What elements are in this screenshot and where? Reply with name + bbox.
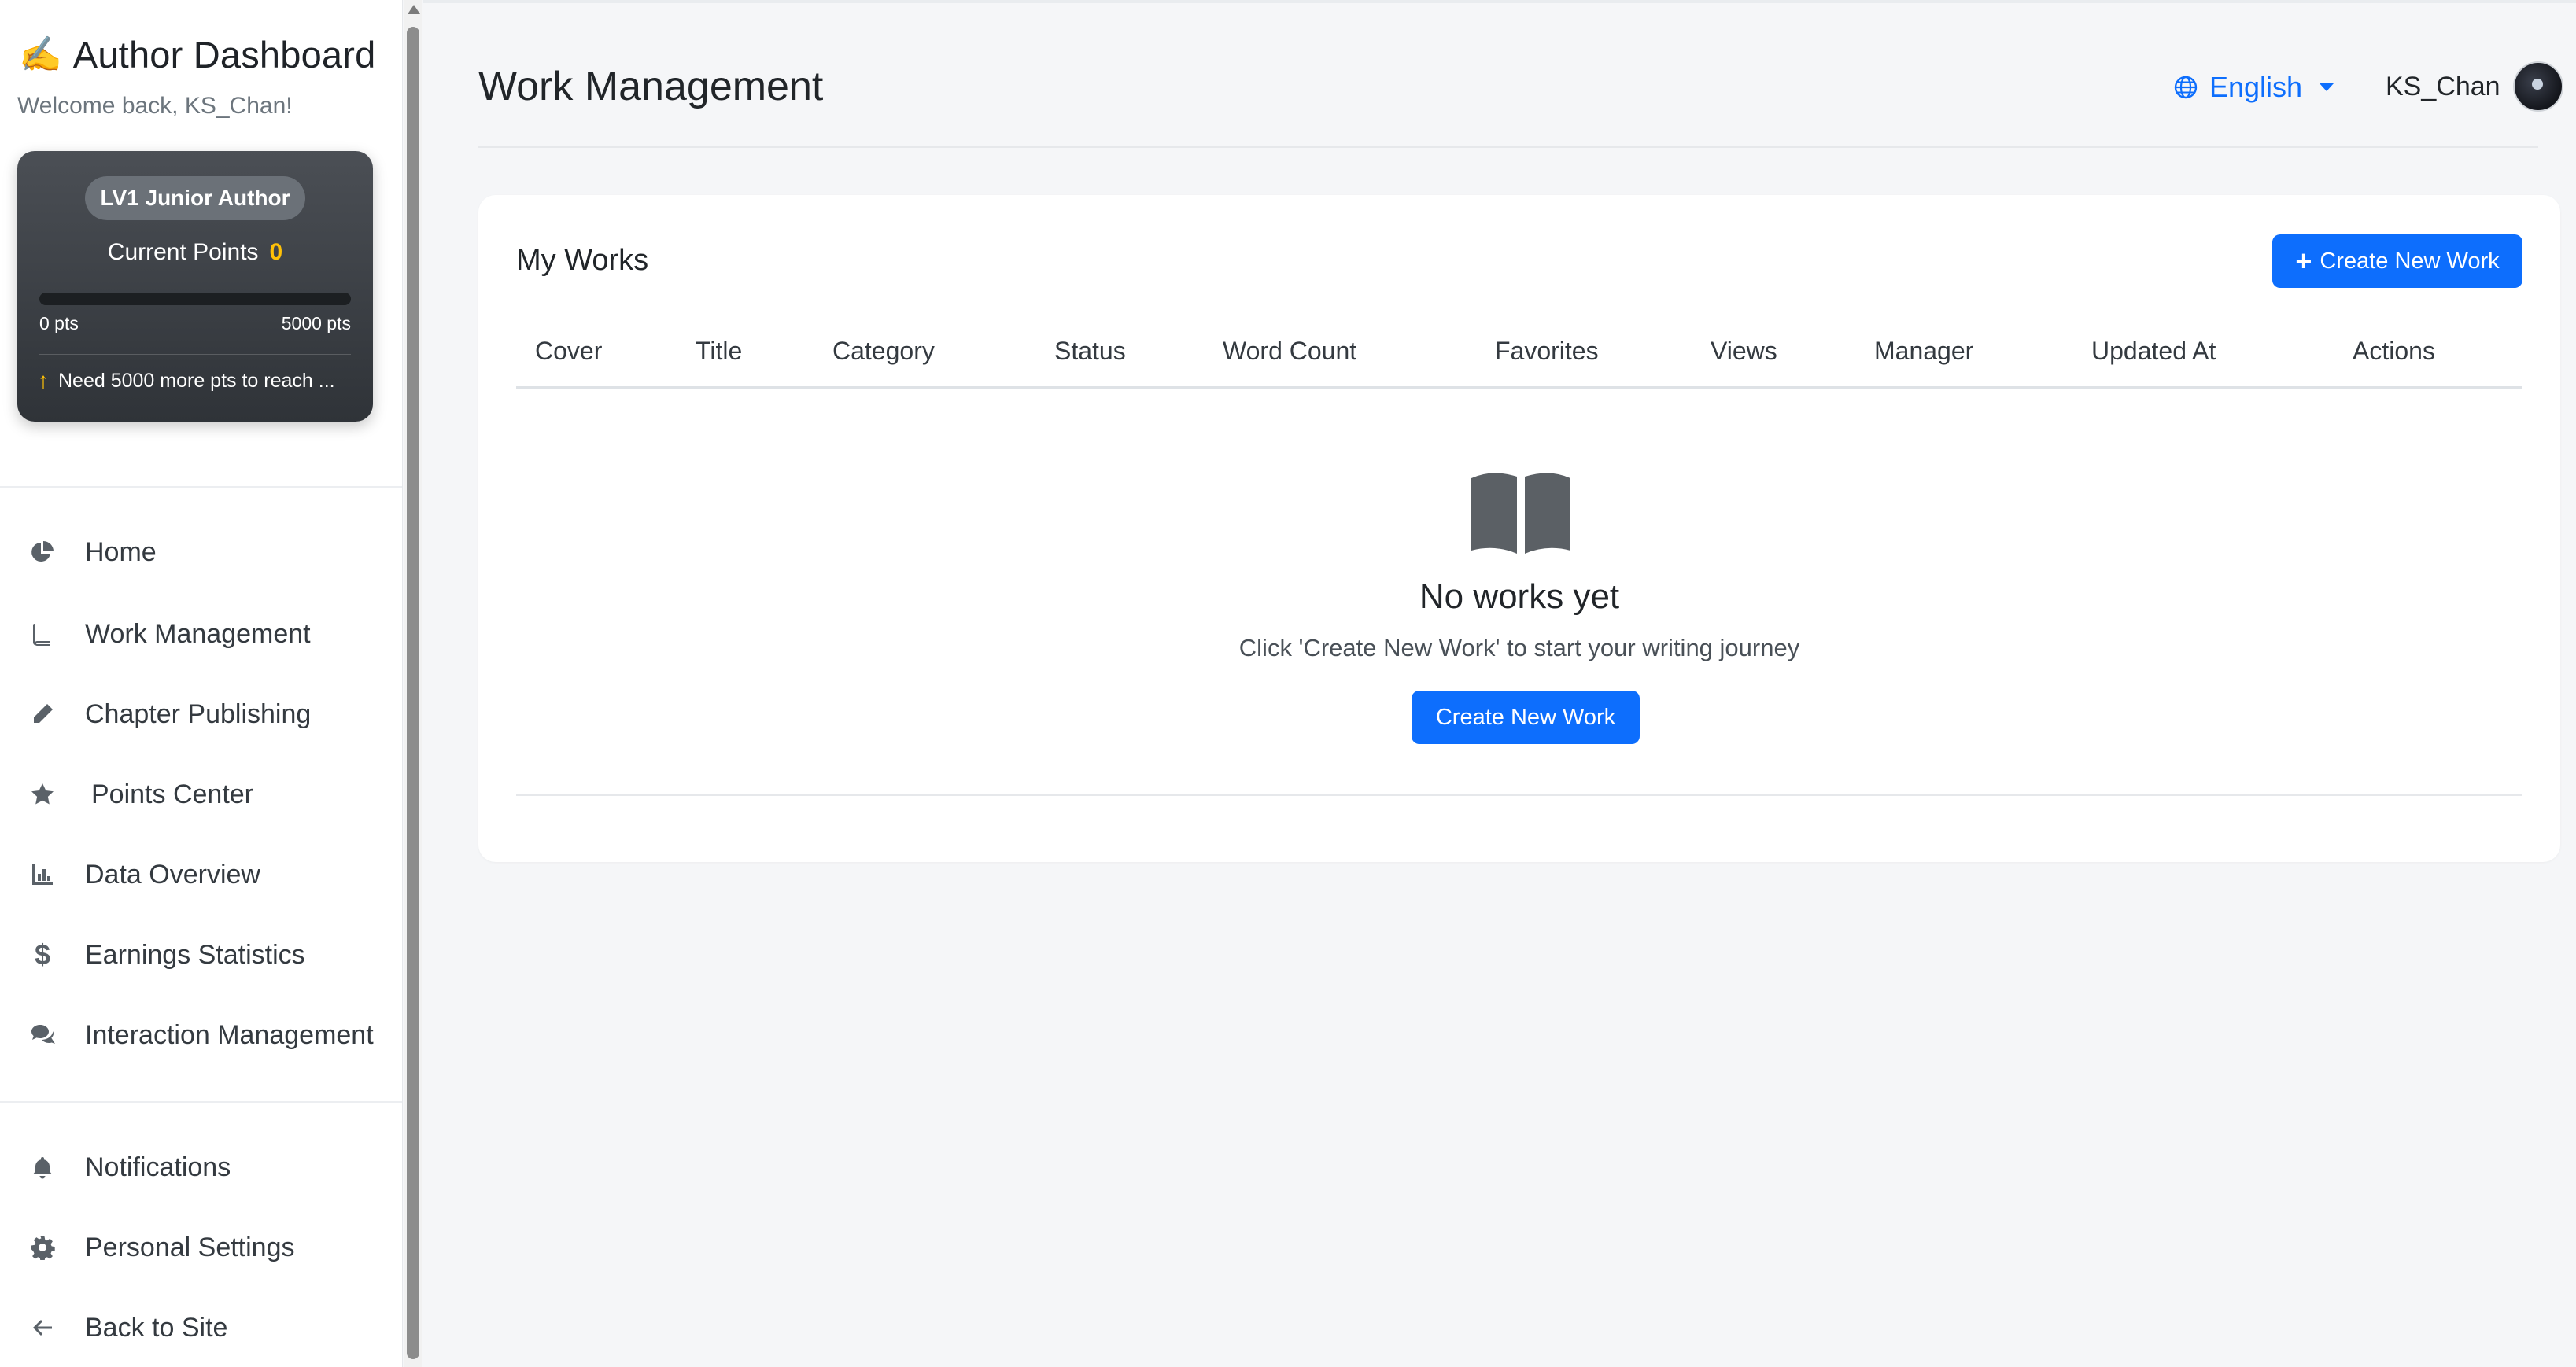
progress-min-label: 0 pts bbox=[39, 313, 79, 333]
sidebar-item-data-overview[interactable]: Data Overview bbox=[0, 843, 402, 906]
column-header-views[interactable]: Views bbox=[1711, 337, 1777, 366]
sidebar-divider bbox=[0, 1101, 402, 1103]
language-dropdown[interactable]: English bbox=[2173, 71, 2334, 104]
main-content: Work Management English KS_Chan My Works… bbox=[423, 0, 2576, 1367]
bar-chart-icon bbox=[27, 859, 58, 890]
column-header-cover[interactable]: Cover bbox=[535, 337, 602, 366]
sidebar-scrollbar[interactable] bbox=[404, 0, 422, 1367]
sidebar-item-points-center[interactable]: Points Center bbox=[0, 763, 402, 826]
app-root: ✍️ Author Dashboard Welcome back, KS_Cha… bbox=[0, 0, 2576, 1367]
brand-title: Author Dashboard bbox=[72, 34, 376, 76]
gear-icon bbox=[27, 1232, 58, 1263]
sidebar: ✍️ Author Dashboard Welcome back, KS_Cha… bbox=[0, 0, 403, 1367]
sidebar-item-label: Interaction Management bbox=[85, 1019, 374, 1050]
points-label: Current Points bbox=[107, 239, 259, 265]
arrow-up-icon: ↑ bbox=[38, 368, 49, 392]
create-new-work-button[interactable]: + Create New Work bbox=[2272, 234, 2522, 288]
sidebar-item-personal-settings[interactable]: Personal Settings bbox=[0, 1216, 402, 1279]
pencil-icon bbox=[27, 698, 58, 730]
column-header-actions[interactable]: Actions bbox=[2353, 337, 2435, 366]
progress-max-label: 5000 pts bbox=[281, 313, 351, 333]
scrollbar-thumb[interactable] bbox=[407, 27, 419, 1359]
writing-hand-icon: ✍️ bbox=[19, 35, 62, 74]
sidebar-item-chapter-publishing[interactable]: Chapter Publishing bbox=[0, 683, 402, 746]
book-icon bbox=[27, 618, 58, 650]
level-progress-bar bbox=[39, 293, 351, 305]
sidebar-item-label: Points Center bbox=[91, 779, 253, 809]
level-card: LV1 Junior Author Current Points 0 0 pts … bbox=[17, 151, 373, 422]
sidebar-item-label: Earnings Statistics bbox=[85, 939, 305, 970]
sidebar-item-label: Personal Settings bbox=[85, 1232, 295, 1262]
sidebar-item-label: Data Overview bbox=[85, 859, 260, 890]
sidebar-item-label: Work Management bbox=[85, 618, 311, 649]
chart-pie-icon bbox=[27, 536, 58, 568]
page-title: Work Management bbox=[478, 64, 824, 109]
open-book-icon bbox=[1471, 473, 1570, 554]
my-works-card: My Works + Create New Work Cover Title C… bbox=[478, 195, 2560, 862]
globe-icon bbox=[2174, 76, 2198, 99]
next-level-text: Need 5000 more pts to reach ... bbox=[58, 369, 335, 392]
welcome-text: Welcome back, KS_Chan! bbox=[17, 93, 293, 119]
sidebar-item-label: Notifications bbox=[85, 1151, 231, 1182]
column-header-favorites[interactable]: Favorites bbox=[1495, 337, 1599, 366]
empty-state: No works yet Click 'Create New Work' to … bbox=[516, 389, 2522, 796]
column-header-updated-at[interactable]: Updated At bbox=[2091, 337, 2216, 366]
dollar-icon: $ bbox=[34, 938, 51, 971]
sidebar-item-home[interactable]: Home bbox=[0, 521, 402, 584]
scroll-up-arrow-icon[interactable] bbox=[408, 5, 420, 14]
username: KS_Chan bbox=[2386, 71, 2500, 101]
language-label: English bbox=[2209, 71, 2303, 103]
column-header-manager[interactable]: Manager bbox=[1874, 337, 1973, 366]
sidebar-item-label: Home bbox=[85, 536, 157, 567]
card-divider bbox=[39, 354, 351, 355]
user-menu[interactable]: KS_Chan bbox=[2386, 61, 2563, 112]
column-header-word-count[interactable]: Word Count bbox=[1223, 337, 1356, 366]
plus-icon: + bbox=[2295, 245, 2312, 277]
column-header-status[interactable]: Status bbox=[1054, 337, 1126, 366]
column-header-title[interactable]: Title bbox=[696, 337, 742, 366]
arrow-left-icon bbox=[27, 1312, 58, 1343]
points-value: 0 bbox=[269, 239, 283, 265]
empty-create-new-work-button[interactable]: Create New Work bbox=[1412, 691, 1640, 744]
level-badge: LV1 Junior Author bbox=[85, 176, 305, 220]
star-icon bbox=[27, 779, 58, 810]
sidebar-item-notifications[interactable]: Notifications bbox=[0, 1136, 402, 1199]
sidebar-item-label: Chapter Publishing bbox=[85, 698, 312, 729]
sidebar-item-interaction-management[interactable]: Interaction Management bbox=[0, 1004, 402, 1067]
empty-subtitle: Click 'Create New Work' to start your wr… bbox=[1238, 634, 1800, 661]
sidebar-item-work-management[interactable]: Work Management bbox=[0, 602, 402, 665]
works-table-header: Cover Title Category Status Word Count F… bbox=[516, 327, 2522, 389]
brand: ✍️ Author Dashboard bbox=[19, 33, 375, 76]
avatar[interactable] bbox=[2512, 61, 2563, 112]
sidebar-item-back-to-site[interactable]: Back to Site bbox=[0, 1296, 402, 1359]
empty-title: No works yet bbox=[1419, 577, 1620, 616]
card-title: My Works bbox=[516, 244, 649, 277]
sidebar-divider bbox=[0, 486, 402, 488]
bell-icon bbox=[27, 1151, 58, 1183]
sidebar-item-earnings-statistics[interactable]: $ Earnings Statistics bbox=[0, 923, 402, 986]
column-header-category[interactable]: Category bbox=[832, 337, 935, 366]
current-points: Current Points 0 bbox=[17, 239, 373, 266]
chevron-down-icon bbox=[2320, 83, 2334, 91]
header-divider bbox=[478, 146, 2538, 148]
next-level-hint: ↑ Need 5000 more pts to reach ... bbox=[38, 368, 360, 393]
comments-icon bbox=[27, 1019, 58, 1051]
sidebar-item-label: Back to Site bbox=[85, 1312, 228, 1343]
create-button-label: Create New Work bbox=[2320, 248, 2500, 274]
